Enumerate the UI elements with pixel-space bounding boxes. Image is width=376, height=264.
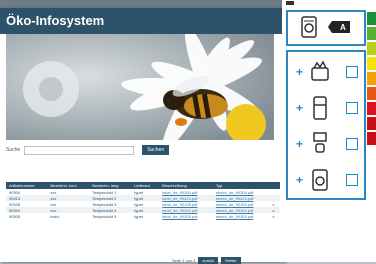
device-row: + — [288, 60, 368, 86]
col-header[interactable]: Bezeichn. kurz — [47, 182, 90, 189]
plus-icon[interactable]: + — [296, 137, 303, 151]
device-row: + — [288, 168, 368, 194]
energy-bar — [367, 57, 376, 70]
energy-class-tag-icon: A — [328, 21, 350, 33]
plus-icon[interactable]: + — [296, 101, 303, 115]
cooler-icon — [311, 60, 329, 81]
plus-icon[interactable]: + — [296, 173, 303, 187]
washer-icon — [301, 16, 317, 38]
energy-bar — [367, 27, 376, 40]
device-checkbox[interactable] — [346, 66, 358, 78]
device-checkbox[interactable] — [346, 102, 358, 114]
device-selection-box: + + + + — [286, 50, 366, 200]
previous-page-button[interactable]: zurück — [198, 257, 219, 264]
pagination: Seite 1 von 4 zurück Weiter — [172, 257, 241, 264]
energy-scale — [367, 12, 376, 147]
cell: insbl. — [50, 213, 60, 219]
table-header-row: Artikelnummer Bezeichn. kurz Bezeichn. l… — [6, 182, 280, 189]
energy-bar — [367, 72, 376, 85]
info-system-window: Öko-Infosystem Suche Suchen Artikelnumme… — [0, 8, 286, 264]
device-checkbox[interactable] — [346, 174, 358, 186]
plus-icon[interactable]: + — [296, 65, 303, 79]
energy-bar — [367, 87, 376, 100]
energy-bar — [367, 132, 376, 145]
coffee-machine-icon — [313, 132, 327, 153]
product-table: Artikelnummer Bezeichn. kurz Bezeichn. l… — [6, 182, 280, 219]
device-checkbox[interactable] — [346, 138, 358, 150]
device-row: + — [288, 96, 368, 122]
search-input[interactable] — [24, 145, 135, 155]
energy-bar — [367, 12, 376, 25]
search-label: Suche — [6, 147, 21, 153]
energy-bar — [367, 42, 376, 55]
col-header[interactable]: Artikelnummer — [6, 182, 48, 189]
search-button[interactable]: Suchen — [142, 145, 170, 155]
energy-bar — [367, 117, 376, 130]
cell: 90305 — [9, 213, 21, 219]
hero-bee-image — [6, 34, 274, 140]
cell: x — [272, 213, 275, 219]
col-header[interactable]: Lieferant — [131, 182, 160, 189]
fridge-icon — [313, 96, 327, 120]
next-page-button[interactable]: Weiter — [221, 257, 241, 264]
col-header[interactable]: Beschreibung — [159, 182, 213, 189]
energy-label-panel: A + + + + — [282, 0, 376, 262]
device-row: + — [288, 132, 368, 158]
cell: Testprodukt 5 — [92, 213, 117, 219]
svg-text:A: A — [340, 23, 346, 32]
label-link[interactable]: label_de_90305.pdf — [159, 213, 213, 219]
datasheet-link[interactable]: ebeek_de_90305.pdf — [213, 213, 270, 219]
selected-device-box: A — [286, 10, 366, 46]
cell: typet — [134, 213, 143, 219]
table-row[interactable]: 90305 insbl. Testprodukt 5 typet label_d… — [6, 213, 280, 219]
col-header[interactable]: Typ — [212, 182, 270, 189]
page-info: Seite 1 von 4 — [172, 258, 196, 263]
energy-bar — [367, 102, 376, 115]
col-header[interactable]: Bezeichn. lang — [89, 182, 132, 189]
search-row: Suche Suchen — [6, 144, 170, 156]
washer-icon — [312, 169, 328, 191]
window-title: Öko-Infosystem — [0, 8, 286, 34]
col-header-extra — [269, 182, 280, 189]
panel-header-marker — [286, 1, 294, 5]
panel-header — [282, 0, 376, 8]
